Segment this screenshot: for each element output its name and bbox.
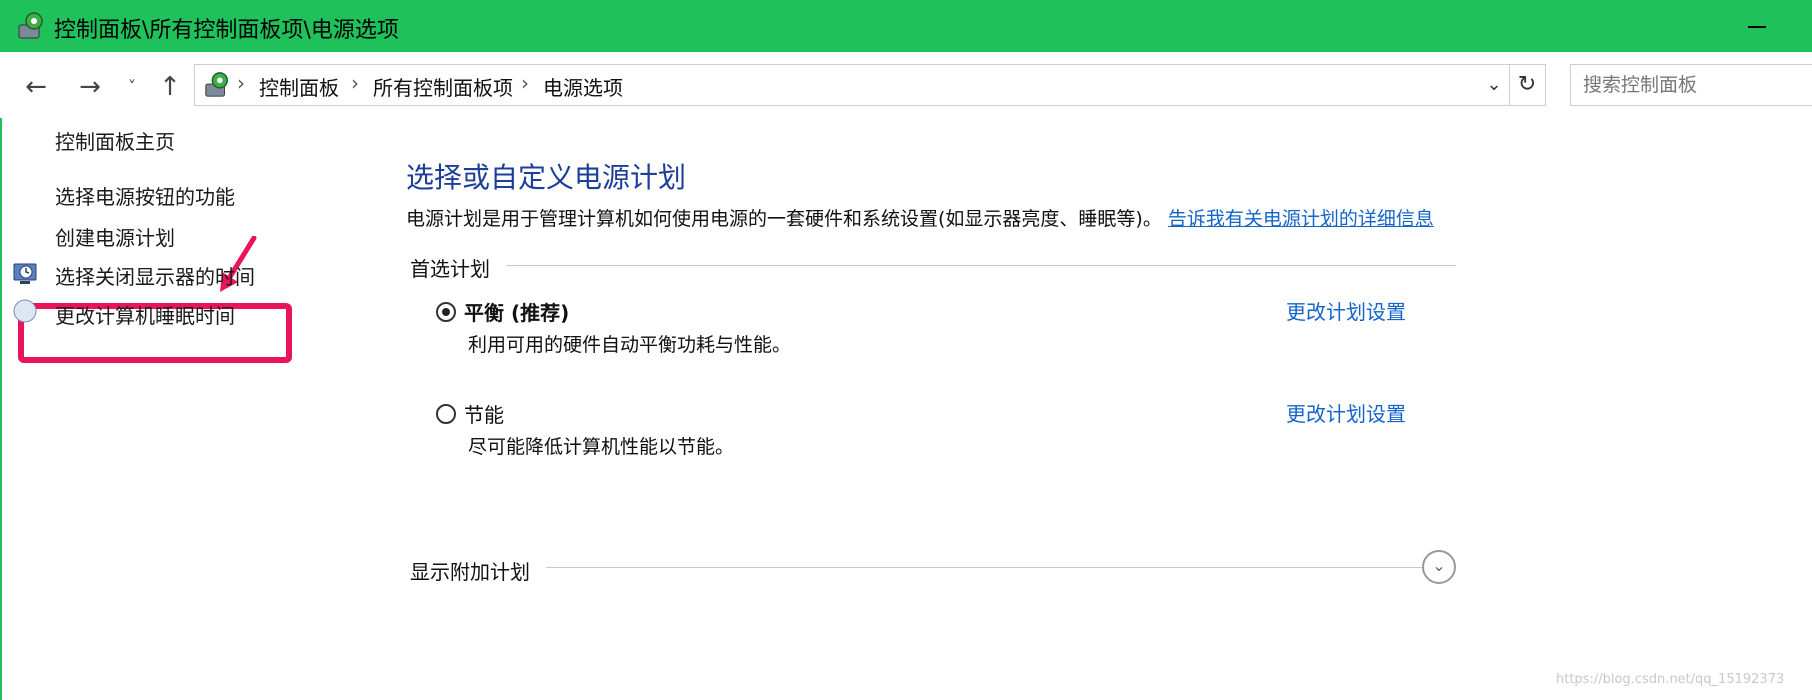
forward-button[interactable]: → xyxy=(72,70,108,104)
breadcrumb-all-items[interactable]: 所有控制面板项 xyxy=(373,72,513,101)
monitor-clock-icon xyxy=(13,263,37,284)
recent-locations-button[interactable]: ˅ xyxy=(120,70,144,104)
search-box[interactable] xyxy=(1570,64,1812,106)
breadcrumb-separator: › xyxy=(237,71,245,95)
breadcrumb-separator: › xyxy=(521,71,529,95)
plan-balanced-settings-link[interactable]: 更改计划设置 xyxy=(1286,296,1406,325)
sidebar-item-create-plan[interactable]: 创建电源计划 xyxy=(55,222,175,251)
description-text: 电源计划是用于管理计算机如何使用电源的一套硬件和系统设置(如显示器亮度、睡眠等)… xyxy=(406,208,1162,230)
expand-additional-plans-button[interactable]: ⌄ xyxy=(1422,550,1456,584)
window-title: 控制面板\所有控制面板项\电源选项 xyxy=(54,18,399,43)
sidebar-item-display-off[interactable]: 选择关闭显示器的时间 xyxy=(55,261,255,290)
page-description: 电源计划是用于管理计算机如何使用电源的一套硬件和系统设置(如显示器亮度、睡眠等)… xyxy=(406,204,1456,234)
address-bar[interactable]: › 控制面板 › 所有控制面板项 › 电源选项 ⌄ ↻ xyxy=(194,64,1546,106)
plan-power-saver-name[interactable]: 节能 xyxy=(464,399,504,428)
page-title: 选择或自定义电源计划 xyxy=(406,161,687,194)
section-divider xyxy=(506,265,1456,266)
back-button[interactable]: ← xyxy=(18,70,54,104)
plan-power-saver-radio[interactable] xyxy=(436,404,456,424)
learn-more-link[interactable]: 告诉我有关电源计划的详细信息 xyxy=(1168,208,1434,230)
sidebar: 控制面板主页 选择电源按钮的功能 创建电源计划 选择关闭显示器的时间 更改计算机… xyxy=(0,118,380,678)
sidebar-item-power-button[interactable]: 选择电源按钮的功能 xyxy=(55,181,235,210)
title-bar: 控制面板\所有控制面板项\电源选项 xyxy=(0,0,1812,52)
address-dropdown-button[interactable]: ⌄ xyxy=(1481,71,1507,99)
plan-balanced-radio[interactable] xyxy=(436,302,456,322)
main-content: 选择或自定义电源计划 电源计划是用于管理计算机如何使用电源的一套硬件和系统设置(… xyxy=(406,118,1466,678)
up-button[interactable]: ↑ xyxy=(152,70,188,104)
plan-power-saver-settings-link[interactable]: 更改计划设置 xyxy=(1286,398,1406,427)
refresh-button[interactable]: ↻ xyxy=(1509,65,1544,105)
breadcrumb-control-panel[interactable]: 控制面板 xyxy=(259,72,339,101)
minimize-button[interactable] xyxy=(1738,12,1778,40)
breadcrumb-power-options[interactable]: 电源选项 xyxy=(543,72,623,101)
control-panel-icon xyxy=(18,12,43,39)
plan-power-saver-description: 尽可能降低计算机性能以节能。 xyxy=(468,436,735,458)
plan-balanced-description: 利用可用的硬件自动平衡功耗与性能。 xyxy=(468,334,792,356)
breadcrumb-separator: › xyxy=(351,71,359,95)
navigation-bar: ← → ˅ ↑ › 控制面板 › 所有控制面板项 › 电源选项 ⌄ ↻ xyxy=(0,52,1812,118)
moon-icon xyxy=(13,299,37,323)
sidebar-item-sleep-time[interactable]: 更改计算机睡眠时间 xyxy=(55,300,235,329)
section-divider xyxy=(546,567,1422,568)
sidebar-item-home[interactable]: 控制面板主页 xyxy=(55,126,175,155)
watermark: https://blog.csdn.net/qq_15192373 xyxy=(1556,672,1785,687)
control-panel-icon xyxy=(205,72,228,97)
search-input[interactable] xyxy=(1571,65,1812,105)
plan-balanced-name[interactable]: 平衡 (推荐) xyxy=(464,297,569,326)
section-preferred-plans: 首选计划 xyxy=(410,253,502,282)
section-additional-plans[interactable]: 显示附加计划 xyxy=(410,556,542,585)
